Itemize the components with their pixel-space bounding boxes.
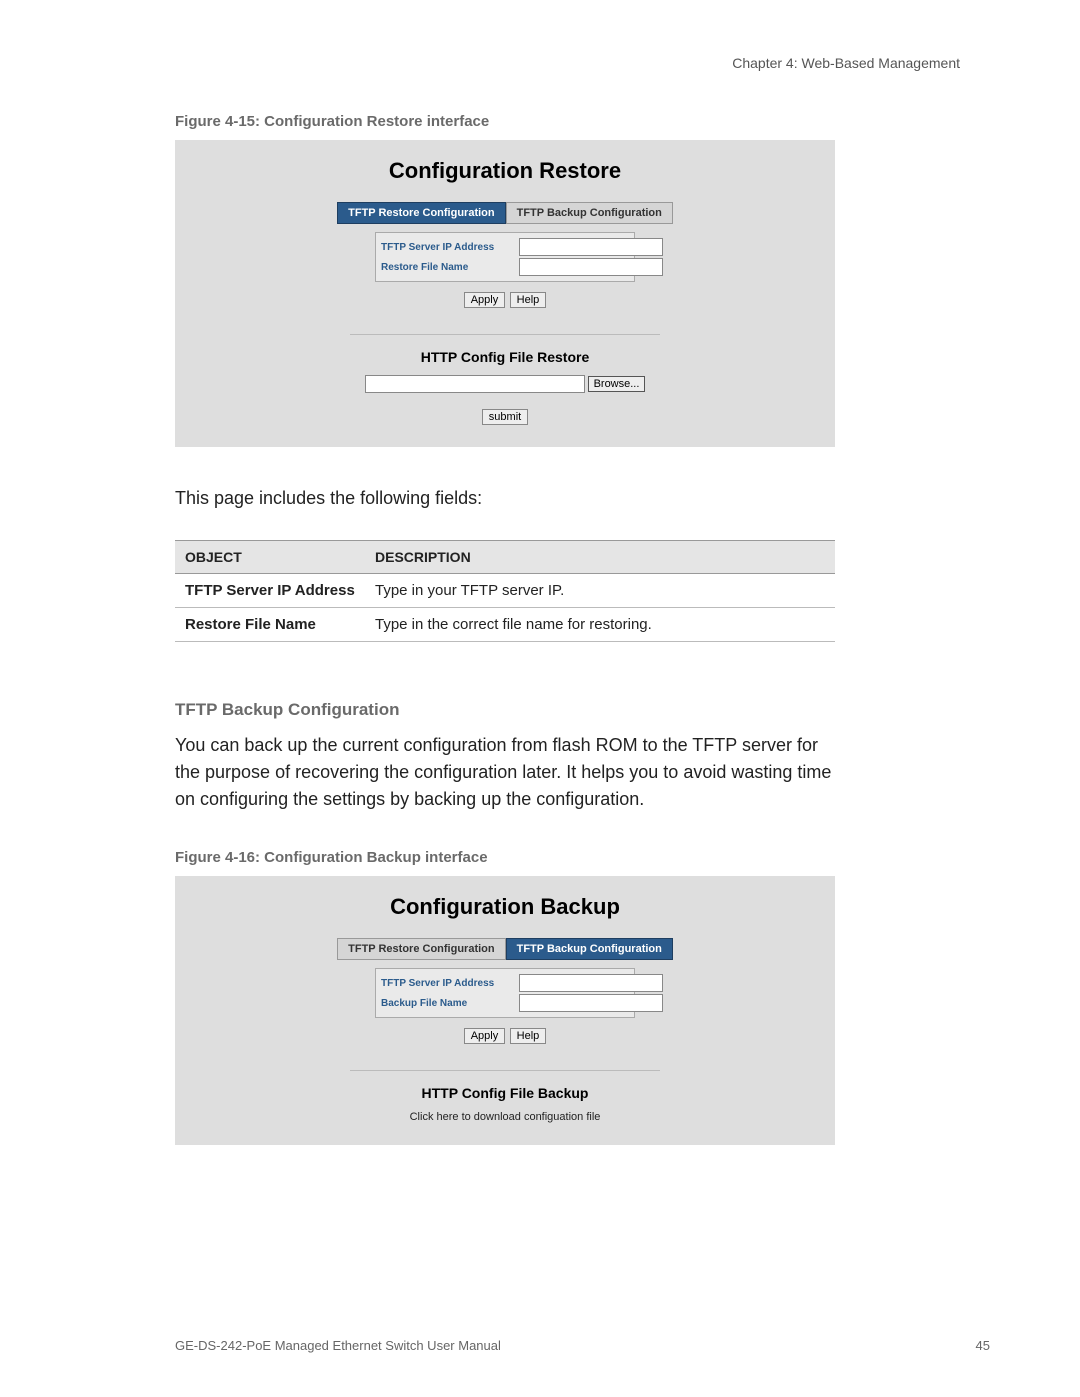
cell-object: Restore File Name [175,608,365,642]
form-row-file: Backup File Name [379,994,631,1012]
th-object: Object [175,541,365,574]
figure-caption-1: Figure 4-15: Configuration Restore inter… [175,113,990,130]
tab-row: TFTP Restore Configuration TFTP Backup C… [175,202,835,224]
th-description: Description [365,541,835,574]
footer-page-number: 45 [976,1338,990,1353]
footer-left: GE-DS-242-PoE Managed Ethernet Switch Us… [175,1338,501,1353]
chapter-header: Chapter 4: Web-Based Management [175,55,990,71]
fields-table: Object Description TFTP Server IP Addres… [175,540,835,642]
label-restore-file: Restore File Name [379,262,519,273]
label-backup-file: Backup File Name [379,998,519,1009]
apply-button[interactable]: Apply [464,1028,506,1044]
tab-tftp-restore[interactable]: TFTP Restore Configuration [337,938,505,960]
figure-caption-2: Figure 4-16: Configuration Backup interf… [175,849,990,866]
browse-button[interactable]: Browse... [588,376,646,392]
button-row: Apply Help [175,1026,835,1044]
input-restore-file[interactable] [519,258,663,276]
apply-button[interactable]: Apply [464,292,506,308]
submit-row: submit [175,407,835,425]
form-row-ip: TFTP Server IP Address [379,238,631,256]
input-backup-file[interactable] [519,994,663,1012]
table-row: TFTP Server IP Address Type in your TFTP… [175,574,835,608]
file-path-input[interactable] [365,375,585,393]
help-button[interactable]: Help [510,292,547,308]
form-box: TFTP Server IP Address Backup File Name [375,968,635,1018]
section-heading: TFTP Backup Configuration [175,700,990,720]
file-row: Browse... [175,375,835,393]
label-tftp-ip: TFTP Server IP Address [379,978,519,989]
input-tftp-ip[interactable] [519,974,663,992]
config-backup-panel: Configuration Backup TFTP Restore Config… [175,876,835,1145]
label-tftp-ip: TFTP Server IP Address [379,242,519,253]
divider [350,334,660,335]
page-footer: GE-DS-242-PoE Managed Ethernet Switch Us… [175,1338,990,1353]
tab-tftp-restore[interactable]: TFTP Restore Configuration [337,202,505,224]
http-restore-title: HTTP Config File Restore [175,349,835,365]
submit-button[interactable]: submit [482,409,528,425]
panel-title: Configuration Backup [175,894,835,920]
tab-tftp-backup[interactable]: TFTP Backup Configuration [506,202,673,224]
tab-tftp-backup[interactable]: TFTP Backup Configuration [506,938,673,960]
tab-row: TFTP Restore Configuration TFTP Backup C… [175,938,835,960]
form-box: TFTP Server IP Address Restore File Name [375,232,635,282]
divider [350,1070,660,1071]
cell-object: TFTP Server IP Address [175,574,365,608]
intro-text: This page includes the following fields: [175,485,990,512]
section-body: You can back up the current configuratio… [175,732,835,813]
help-button[interactable]: Help [510,1028,547,1044]
button-row: Apply Help [175,290,835,308]
form-row-ip: TFTP Server IP Address [379,974,631,992]
http-backup-title: HTTP Config File Backup [175,1085,835,1101]
cell-desc: Type in the correct file name for restor… [365,608,835,642]
panel-title: Configuration Restore [175,158,835,184]
form-row-file: Restore File Name [379,258,631,276]
download-link[interactable]: Click here to download configuation file [175,1111,835,1123]
table-row: Restore File Name Type in the correct fi… [175,608,835,642]
input-tftp-ip[interactable] [519,238,663,256]
config-restore-panel: Configuration Restore TFTP Restore Confi… [175,140,835,447]
cell-desc: Type in your TFTP server IP. [365,574,835,608]
